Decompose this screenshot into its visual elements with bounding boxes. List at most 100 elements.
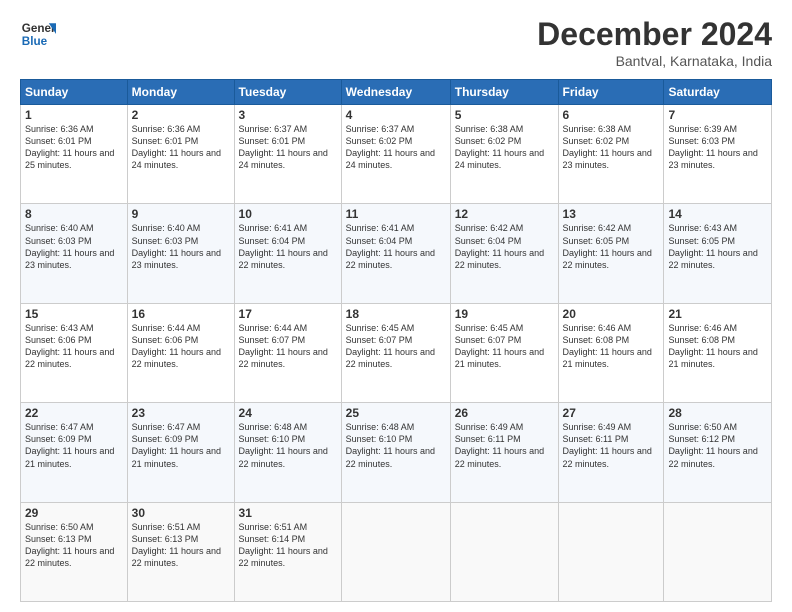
- calendar-cell: 19 Sunrise: 6:45 AMSunset: 6:07 PMDaylig…: [450, 303, 558, 402]
- calendar-cell: 2 Sunrise: 6:36 AMSunset: 6:01 PMDayligh…: [127, 105, 234, 204]
- cell-info: Sunrise: 6:46 AMSunset: 6:08 PMDaylight:…: [668, 322, 767, 371]
- calendar-cell: 4 Sunrise: 6:37 AMSunset: 6:02 PMDayligh…: [341, 105, 450, 204]
- calendar-cell: 25 Sunrise: 6:48 AMSunset: 6:10 PMDaylig…: [341, 403, 450, 502]
- day-number: 24: [239, 406, 337, 420]
- day-header-monday: Monday: [127, 80, 234, 105]
- cell-info: Sunrise: 6:36 AMSunset: 6:01 PMDaylight:…: [25, 123, 123, 172]
- calendar-cell: 15 Sunrise: 6:43 AMSunset: 6:06 PMDaylig…: [21, 303, 128, 402]
- calendar-cell: 13 Sunrise: 6:42 AMSunset: 6:05 PMDaylig…: [558, 204, 664, 303]
- calendar-cell: 10 Sunrise: 6:41 AMSunset: 6:04 PMDaylig…: [234, 204, 341, 303]
- calendar-cell: 20 Sunrise: 6:46 AMSunset: 6:08 PMDaylig…: [558, 303, 664, 402]
- day-number: 16: [132, 307, 230, 321]
- day-number: 11: [346, 207, 446, 221]
- day-number: 9: [132, 207, 230, 221]
- day-number: 31: [239, 506, 337, 520]
- calendar-cell: 23 Sunrise: 6:47 AMSunset: 6:09 PMDaylig…: [127, 403, 234, 502]
- cell-info: Sunrise: 6:50 AMSunset: 6:13 PMDaylight:…: [25, 521, 123, 570]
- day-number: 17: [239, 307, 337, 321]
- day-number: 23: [132, 406, 230, 420]
- cell-info: Sunrise: 6:47 AMSunset: 6:09 PMDaylight:…: [25, 421, 123, 470]
- calendar-cell: 27 Sunrise: 6:49 AMSunset: 6:11 PMDaylig…: [558, 403, 664, 502]
- day-number: 7: [668, 108, 767, 122]
- day-number: 26: [455, 406, 554, 420]
- month-title: December 2024: [537, 16, 772, 53]
- cell-info: Sunrise: 6:48 AMSunset: 6:10 PMDaylight:…: [346, 421, 446, 470]
- calendar-cell: [558, 502, 664, 601]
- calendar-cell: 26 Sunrise: 6:49 AMSunset: 6:11 PMDaylig…: [450, 403, 558, 502]
- location: Bantval, Karnataka, India: [537, 53, 772, 69]
- cell-info: Sunrise: 6:41 AMSunset: 6:04 PMDaylight:…: [346, 222, 446, 271]
- calendar-cell: 28 Sunrise: 6:50 AMSunset: 6:12 PMDaylig…: [664, 403, 772, 502]
- day-number: 2: [132, 108, 230, 122]
- day-number: 25: [346, 406, 446, 420]
- day-number: 15: [25, 307, 123, 321]
- calendar-cell: 5 Sunrise: 6:38 AMSunset: 6:02 PMDayligh…: [450, 105, 558, 204]
- day-number: 27: [563, 406, 660, 420]
- calendar-cell: 24 Sunrise: 6:48 AMSunset: 6:10 PMDaylig…: [234, 403, 341, 502]
- cell-info: Sunrise: 6:51 AMSunset: 6:13 PMDaylight:…: [132, 521, 230, 570]
- calendar-cell: 9 Sunrise: 6:40 AMSunset: 6:03 PMDayligh…: [127, 204, 234, 303]
- day-number: 4: [346, 108, 446, 122]
- cell-info: Sunrise: 6:44 AMSunset: 6:06 PMDaylight:…: [132, 322, 230, 371]
- cell-info: Sunrise: 6:40 AMSunset: 6:03 PMDaylight:…: [132, 222, 230, 271]
- day-number: 29: [25, 506, 123, 520]
- calendar-cell: 30 Sunrise: 6:51 AMSunset: 6:13 PMDaylig…: [127, 502, 234, 601]
- cell-info: Sunrise: 6:48 AMSunset: 6:10 PMDaylight:…: [239, 421, 337, 470]
- day-number: 5: [455, 108, 554, 122]
- cell-info: Sunrise: 6:49 AMSunset: 6:11 PMDaylight:…: [455, 421, 554, 470]
- calendar-cell: 29 Sunrise: 6:50 AMSunset: 6:13 PMDaylig…: [21, 502, 128, 601]
- calendar-cell: [450, 502, 558, 601]
- cell-info: Sunrise: 6:43 AMSunset: 6:05 PMDaylight:…: [668, 222, 767, 271]
- day-number: 30: [132, 506, 230, 520]
- calendar-cell: 3 Sunrise: 6:37 AMSunset: 6:01 PMDayligh…: [234, 105, 341, 204]
- day-number: 22: [25, 406, 123, 420]
- calendar: SundayMondayTuesdayWednesdayThursdayFrid…: [20, 79, 772, 602]
- cell-info: Sunrise: 6:42 AMSunset: 6:04 PMDaylight:…: [455, 222, 554, 271]
- logo-icon: General Blue: [20, 16, 56, 52]
- svg-text:Blue: Blue: [22, 35, 48, 48]
- day-number: 14: [668, 207, 767, 221]
- day-number: 10: [239, 207, 337, 221]
- cell-info: Sunrise: 6:51 AMSunset: 6:14 PMDaylight:…: [239, 521, 337, 570]
- day-number: 19: [455, 307, 554, 321]
- cell-info: Sunrise: 6:45 AMSunset: 6:07 PMDaylight:…: [455, 322, 554, 371]
- calendar-cell: 1 Sunrise: 6:36 AMSunset: 6:01 PMDayligh…: [21, 105, 128, 204]
- cell-info: Sunrise: 6:38 AMSunset: 6:02 PMDaylight:…: [455, 123, 554, 172]
- cell-info: Sunrise: 6:50 AMSunset: 6:12 PMDaylight:…: [668, 421, 767, 470]
- day-number: 3: [239, 108, 337, 122]
- calendar-cell: 12 Sunrise: 6:42 AMSunset: 6:04 PMDaylig…: [450, 204, 558, 303]
- cell-info: Sunrise: 6:41 AMSunset: 6:04 PMDaylight:…: [239, 222, 337, 271]
- cell-info: Sunrise: 6:49 AMSunset: 6:11 PMDaylight:…: [563, 421, 660, 470]
- cell-info: Sunrise: 6:38 AMSunset: 6:02 PMDaylight:…: [563, 123, 660, 172]
- calendar-cell: 16 Sunrise: 6:44 AMSunset: 6:06 PMDaylig…: [127, 303, 234, 402]
- day-header-saturday: Saturday: [664, 80, 772, 105]
- day-header-tuesday: Tuesday: [234, 80, 341, 105]
- day-number: 13: [563, 207, 660, 221]
- day-header-friday: Friday: [558, 80, 664, 105]
- day-number: 12: [455, 207, 554, 221]
- calendar-cell: [664, 502, 772, 601]
- cell-info: Sunrise: 6:42 AMSunset: 6:05 PMDaylight:…: [563, 222, 660, 271]
- cell-info: Sunrise: 6:37 AMSunset: 6:02 PMDaylight:…: [346, 123, 446, 172]
- cell-info: Sunrise: 6:37 AMSunset: 6:01 PMDaylight:…: [239, 123, 337, 172]
- calendar-cell: 6 Sunrise: 6:38 AMSunset: 6:02 PMDayligh…: [558, 105, 664, 204]
- calendar-cell: [341, 502, 450, 601]
- day-header-sunday: Sunday: [21, 80, 128, 105]
- cell-info: Sunrise: 6:43 AMSunset: 6:06 PMDaylight:…: [25, 322, 123, 371]
- logo: General Blue: [20, 16, 56, 52]
- calendar-cell: 8 Sunrise: 6:40 AMSunset: 6:03 PMDayligh…: [21, 204, 128, 303]
- calendar-cell: 14 Sunrise: 6:43 AMSunset: 6:05 PMDaylig…: [664, 204, 772, 303]
- day-number: 28: [668, 406, 767, 420]
- calendar-cell: 31 Sunrise: 6:51 AMSunset: 6:14 PMDaylig…: [234, 502, 341, 601]
- calendar-cell: 18 Sunrise: 6:45 AMSunset: 6:07 PMDaylig…: [341, 303, 450, 402]
- day-number: 21: [668, 307, 767, 321]
- cell-info: Sunrise: 6:47 AMSunset: 6:09 PMDaylight:…: [132, 421, 230, 470]
- cell-info: Sunrise: 6:39 AMSunset: 6:03 PMDaylight:…: [668, 123, 767, 172]
- cell-info: Sunrise: 6:44 AMSunset: 6:07 PMDaylight:…: [239, 322, 337, 371]
- day-header-thursday: Thursday: [450, 80, 558, 105]
- calendar-cell: 11 Sunrise: 6:41 AMSunset: 6:04 PMDaylig…: [341, 204, 450, 303]
- day-header-wednesday: Wednesday: [341, 80, 450, 105]
- page: General Blue December 2024 Bantval, Karn…: [0, 0, 792, 612]
- cell-info: Sunrise: 6:40 AMSunset: 6:03 PMDaylight:…: [25, 222, 123, 271]
- cell-info: Sunrise: 6:45 AMSunset: 6:07 PMDaylight:…: [346, 322, 446, 371]
